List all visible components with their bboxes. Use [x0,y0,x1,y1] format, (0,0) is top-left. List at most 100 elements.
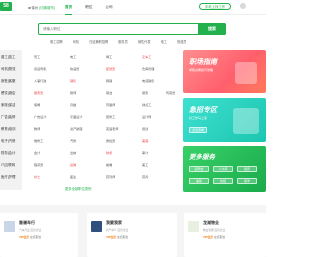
category-sub-link[interactable]: 药剂师 [106,174,115,179]
category-sub-link[interactable]: 人事行政 [34,78,46,83]
hot-word[interactable]: 日结兼职招聘 [89,39,108,44]
hot-word[interactable]: 快递员 [177,39,187,44]
category-sub-link[interactable]: 运维 [70,162,76,167]
category-sub-link[interactable]: 仓库管理 [142,66,154,71]
category-sub-link[interactable]: 保洁 [106,90,112,95]
company-desc: 汽车行业 民营企业 [19,229,42,232]
service-pill[interactable]: 招聘会 [189,166,209,172]
service-pill[interactable]: 兼职 [189,178,209,184]
more-categories-link[interactable]: 更多全部职位类别 [65,186,91,191]
main-nav: 首页 职位 公司 [65,0,126,15]
category-sub-link[interactable]: 美容 [142,138,148,143]
company-card[interactable]: 我要我家 房产中介 民营企业 VIP会员在招职位 [87,213,177,257]
hot-word[interactable]: 普工招聘 [50,39,63,44]
category-sub-link[interactable]: 审计 [142,150,148,155]
category-sub-link[interactable]: 普工 [34,54,40,59]
category-sub-link[interactable]: 平面设计 [70,114,82,119]
category-name[interactable]: 餐饮|酒店 [1,90,15,95]
category-sub-link[interactable]: 财务 [106,150,112,155]
hot-search-words: 普工招聘 司机 日结兼职招聘 服务员 销售代表 电工 快递员 [50,39,197,44]
category-sub-link[interactable]: 网销 [106,78,112,83]
category-sub-link[interactable]: 焊工 [106,54,112,59]
service-pill[interactable]: 人才库 [213,166,233,172]
nav-companies[interactable]: 公司 [105,0,112,15]
company-card[interactable]: 靠谱车行 汽车行业 民营企业 VIP会员在招职位 [0,213,78,257]
search-input[interactable] [39,24,199,34]
category-name[interactable]: IT|互联网 [1,162,15,167]
category-sub-link[interactable]: 钟点工 [142,102,151,107]
hot-word[interactable]: 司机 [73,39,79,44]
category-name[interactable]: 司机|物流 [1,66,15,71]
category-sub-link[interactable]: 出纳 [70,150,76,155]
category-sub-link[interactable]: 维修工 [34,138,43,143]
category-sub-link[interactable]: 会计 [34,150,40,155]
switch-city-link[interactable]: [切换城市] [39,6,54,10]
category-sub-link[interactable]: 快递员 [70,66,79,71]
category-name[interactable]: 广告|装修 [1,114,15,119]
category-name[interactable]: 电子|汽修 [1,138,15,143]
service-pill[interactable]: 简历 [237,166,257,172]
category-sub-link[interactable]: 广告设计 [34,114,46,119]
search-button[interactable]: 搜索 [198,23,226,35]
search-box: 搜索 [38,23,226,35]
company-vip-line: VIP会员在招职位 [106,235,128,239]
category-sub-link[interactable]: 设计师 [142,114,151,119]
category-sub-link[interactable]: 前端 [106,162,112,167]
category-sub-link[interactable]: 营养 [142,174,148,179]
category-row: 普工|技工 普工 电工 焊工 叉车工 [0,54,180,66]
hot-word[interactable]: 电工 [161,39,167,44]
category-row: 医疗|护理 护士 医生 药剂师 营养 [0,174,180,186]
category-name[interactable]: 普工|技工 [1,54,15,59]
category-sub-link[interactable]: 电工 [70,54,76,59]
category-sub-link[interactable]: 装修工 [106,114,115,119]
category-name[interactable]: 教育|培训 [1,126,15,131]
category-name[interactable]: 财务|会计 [1,150,15,155]
category-sub-link[interactable]: 质检员 [106,138,115,143]
category-sub-link[interactable]: 月嫂 [70,102,76,107]
category-sub-link[interactable]: 传菜员 [166,90,175,95]
user-avatar-icon[interactable] [240,3,246,9]
category-row: 销售|客服 人事行政 销售 网销 电话销售 [0,78,180,90]
hot-word[interactable]: 服务员 [118,39,128,44]
location-selector[interactable]: 徐州[切换城市] [28,5,55,10]
company-card[interactable]: 龙湖物业 物业管理 民营企业 VIP会员在招职位 [184,213,266,257]
vip-badge: VIP会员 [106,235,117,239]
category-sub-link[interactable]: 配送员 [106,66,115,71]
category-sub-link[interactable]: 培训 [142,126,148,131]
category-sub-link[interactable]: 销售 [70,78,76,83]
service-pill[interactable]: 校园 [213,178,233,184]
site-logo[interactable]: 58 [0,2,12,11]
category-sub-link[interactable]: 育婴师 [106,102,115,107]
nav-home[interactable]: 首页 [65,0,73,15]
category-sub-link[interactable]: 服务员 [34,90,43,95]
category-name[interactable]: 家政|保洁 [1,102,15,107]
category-sub-link[interactable]: 英语老师 [106,126,118,131]
category-sub-link[interactable]: 护士 [34,174,40,179]
category-sub-link[interactable]: 叉车工 [142,54,151,59]
promo-card-guide[interactable]: 职场指南 求职必看技巧攻略 [183,50,266,93]
category-sub-link[interactable]: 保安 [142,90,148,95]
company-logo [188,221,199,232]
promo-cta-button[interactable]: 点击查看 [189,127,207,133]
category-sub-link[interactable]: 厨师 [70,90,76,95]
category-sub-link[interactable]: 美工 [142,162,148,167]
nav-jobs[interactable]: 职位 [85,0,92,15]
mobile-job-button[interactable]: 手机上找工作 [199,3,231,10]
category-name[interactable]: 销售|客服 [1,78,15,83]
location-pin-icon [28,6,31,10]
category-sub-link[interactable]: 货运司机 [34,66,46,71]
hot-word[interactable]: 销售代表 [138,39,151,44]
category-name[interactable]: 医疗|护理 [1,174,15,179]
category-sub-link[interactable]: 程序员 [34,162,43,167]
promo-title: 急招专区 [189,107,217,114]
category-sub-link[interactable]: 保姆 [34,102,40,107]
service-pill[interactable]: 留学 [237,178,257,184]
promo-card-urgent[interactable]: 急招专区 好工作马上来 点击查看 [183,98,266,142]
category-sub-link[interactable]: 教师 [34,126,40,131]
category-sub-link[interactable]: 电话销售 [142,78,154,83]
category-sub-link[interactable]: 资产助理 [70,126,82,131]
company-name: 靠谱车行 [19,220,35,225]
category-sub-link[interactable]: 汽修 [70,138,76,143]
category-sub-link[interactable]: 医生 [70,174,76,179]
promo-card-services: 更多服务 招聘会 人才库 简历 兼职 校园 留学 [183,146,266,192]
